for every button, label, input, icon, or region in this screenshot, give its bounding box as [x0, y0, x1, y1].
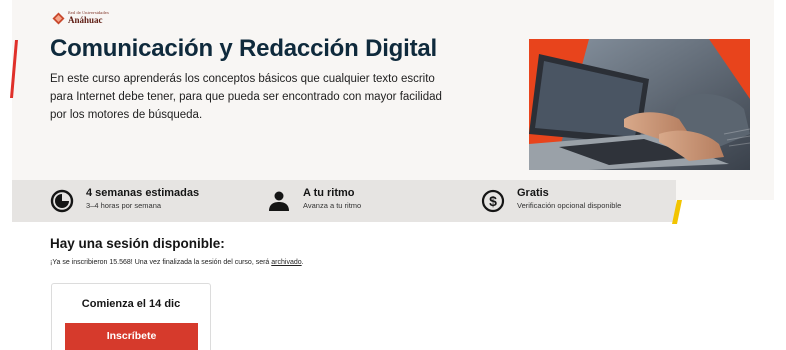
logo-text: Red de Universidades Anáhuac — [68, 12, 109, 25]
course-description: En este curso aprenderás los conceptos b… — [50, 73, 442, 121]
session-card: Comienza el 14 dic Inscríbete — [51, 283, 211, 350]
person-icon — [269, 191, 289, 211]
svg-text:$: $ — [489, 193, 497, 209]
session-note-end: . — [301, 259, 304, 266]
stat-duration: 4 semanas estimadas 3–4 horas por semana — [50, 186, 199, 213]
logo-mark-icon — [52, 12, 65, 25]
session-note: ¡Ya se inscribieron 15.568! Una vez fina… — [50, 259, 304, 266]
stat-pace-title: A tu ritmo — [303, 187, 355, 199]
session-note-text: ¡Ya se inscribieron 15.568! Una vez fina… — [50, 259, 272, 266]
stat-pace: A tu ritmo Avanza a tu ritmo — [267, 186, 361, 213]
stat-pace-subtitle: Avanza a tu ritmo — [303, 201, 362, 210]
stat-price: $ Gratis Verificación opcional disponibl… — [481, 186, 621, 213]
course-hero-image — [529, 39, 750, 170]
university-logo[interactable]: Red de Universidades Anáhuac — [52, 12, 109, 25]
archived-link[interactable]: archivado — [271, 259, 301, 266]
course-stats-bar: 4 semanas estimadas 3–4 horas por semana… — [12, 180, 676, 222]
stat-price-title: Gratis — [517, 187, 549, 199]
enroll-button[interactable]: Inscríbete — [65, 323, 198, 350]
session-start-date: Comienza el 14 dic — [81, 298, 181, 310]
stat-duration-subtitle: 3–4 horas por semana — [86, 201, 162, 210]
logo-brand-text: Anáhuac — [68, 14, 103, 25]
session-heading: Hay una sesión disponible: — [50, 236, 225, 251]
clock-icon — [50, 189, 74, 213]
dollar-icon: $ — [481, 189, 505, 213]
stat-duration-title: 4 semanas estimadas — [86, 187, 200, 199]
red-accent-slash — [10, 40, 18, 98]
stat-price-subtitle: Verificación opcional disponible — [517, 201, 622, 210]
page-title: Comunicación y Redacción Digital — [50, 35, 438, 62]
yellow-accent-slash — [672, 200, 682, 224]
